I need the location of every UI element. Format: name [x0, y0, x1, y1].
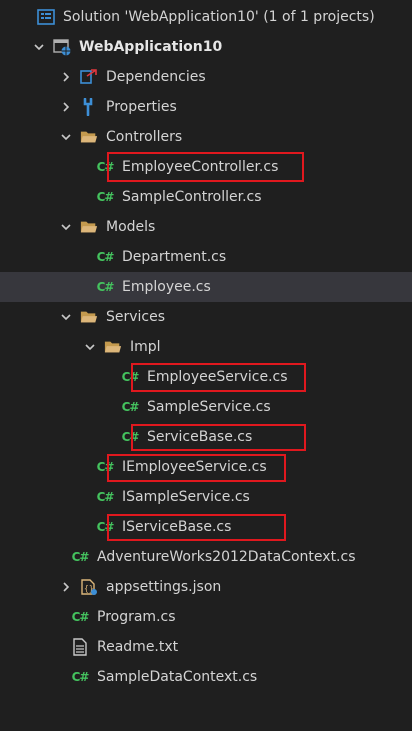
- solution-explorer-tree: Solution 'WebApplication10' (1 of 1 proj…: [0, 0, 412, 731]
- csharp-file-icon: C#: [71, 550, 90, 564]
- sample-data-context-label: SampleDataContext.cs: [97, 669, 258, 685]
- adventureworks-context-label: AdventureWorks2012DataContext.cs: [97, 549, 356, 565]
- tree-item-services[interactable]: Services: [0, 302, 412, 332]
- employee-label: Employee.cs: [122, 279, 211, 295]
- solution-icon: [37, 8, 55, 26]
- tree-item-service-base[interactable]: C# ServiceBase.cs: [0, 422, 412, 452]
- csharp-file-icon: C#: [71, 610, 90, 624]
- iemployee-service-label: IEmployeeService.cs: [122, 459, 267, 475]
- tree-item-solution[interactable]: Solution 'WebApplication10' (1 of 1 proj…: [0, 2, 412, 32]
- csharp-file-icon: C#: [96, 280, 115, 294]
- tree-item-iservice-base[interactable]: C# IServiceBase.cs: [0, 512, 412, 542]
- sample-service-label: SampleService.cs: [147, 399, 271, 415]
- impl-label: Impl: [130, 339, 161, 355]
- chevron-right-icon[interactable]: [58, 99, 74, 115]
- tree-item-isample-service[interactable]: C# ISampleService.cs: [0, 482, 412, 512]
- tree-item-sample-controller[interactable]: C# SampleController.cs: [0, 182, 412, 212]
- csharp-file-icon: C#: [121, 370, 140, 384]
- tree-item-impl[interactable]: Impl: [0, 332, 412, 362]
- department-label: Department.cs: [122, 249, 227, 265]
- readme-label: Readme.txt: [97, 639, 179, 655]
- csharp-file-icon: C#: [96, 490, 115, 504]
- text-file-icon: [71, 638, 89, 656]
- project-label: WebApplication10: [79, 39, 223, 55]
- solution-label: Solution 'WebApplication10' (1 of 1 proj…: [63, 9, 375, 25]
- properties-label: Properties: [106, 99, 177, 115]
- employee-controller-label: EmployeeController.cs: [122, 159, 279, 175]
- csharp-file-icon: C#: [96, 160, 115, 174]
- folder-open-icon: [80, 128, 98, 146]
- chevron-down-icon[interactable]: [58, 129, 74, 145]
- isample-service-label: ISampleService.cs: [122, 489, 250, 505]
- csharp-file-icon: C#: [96, 520, 115, 534]
- tree-item-properties[interactable]: Properties: [0, 92, 412, 122]
- tree-item-appsettings[interactable]: {} appsettings.json: [0, 572, 412, 602]
- web-project-icon: [53, 38, 71, 56]
- folder-open-icon: [80, 308, 98, 326]
- tree-item-sample-service[interactable]: C# SampleService.cs: [0, 392, 412, 422]
- iservice-base-label: IServiceBase.cs: [122, 519, 232, 535]
- tree-item-adventureworks-context[interactable]: C# AdventureWorks2012DataContext.cs: [0, 542, 412, 572]
- tree-item-employee[interactable]: C# Employee.cs: [0, 272, 412, 302]
- csharp-file-icon: C#: [121, 430, 140, 444]
- csharp-file-icon: C#: [96, 460, 115, 474]
- folder-open-icon: [80, 218, 98, 236]
- chevron-right-icon[interactable]: [58, 579, 74, 595]
- dependencies-icon: [80, 68, 98, 86]
- dependencies-label: Dependencies: [106, 69, 206, 85]
- program-label: Program.cs: [97, 609, 176, 625]
- service-base-label: ServiceBase.cs: [147, 429, 253, 445]
- folder-open-icon: [104, 338, 122, 356]
- wrench-icon: [80, 98, 98, 116]
- sample-controller-label: SampleController.cs: [122, 189, 262, 205]
- employee-service-label: EmployeeService.cs: [147, 369, 288, 385]
- chevron-down-icon[interactable]: [82, 339, 98, 355]
- tree-item-department[interactable]: C# Department.cs: [0, 242, 412, 272]
- chevron-right-icon[interactable]: [58, 69, 74, 85]
- tree-item-dependencies[interactable]: Dependencies: [0, 62, 412, 92]
- csharp-file-icon: C#: [96, 250, 115, 264]
- tree-item-employee-controller[interactable]: C# EmployeeController.cs: [0, 152, 412, 182]
- csharp-file-icon: C#: [96, 190, 115, 204]
- models-label: Models: [106, 219, 156, 235]
- controllers-label: Controllers: [106, 129, 183, 145]
- chevron-down-icon[interactable]: [58, 219, 74, 235]
- tree-item-readme[interactable]: Readme.txt: [0, 632, 412, 662]
- tree-item-models[interactable]: Models: [0, 212, 412, 242]
- tree-item-program[interactable]: C# Program.cs: [0, 602, 412, 632]
- tree-item-project[interactable]: WebApplication10: [0, 32, 412, 62]
- tree-item-iemployee-service[interactable]: C# IEmployeeService.cs: [0, 452, 412, 482]
- csharp-file-icon: C#: [71, 670, 90, 684]
- csharp-file-icon: C#: [121, 400, 140, 414]
- appsettings-label: appsettings.json: [106, 579, 222, 595]
- tree-item-controllers[interactable]: Controllers: [0, 122, 412, 152]
- tree-item-sample-data-context[interactable]: C# SampleDataContext.cs: [0, 662, 412, 692]
- json-settings-icon: {}: [80, 578, 98, 596]
- chevron-down-icon[interactable]: [31, 39, 47, 55]
- services-label: Services: [106, 309, 166, 325]
- chevron-down-icon[interactable]: [58, 309, 74, 325]
- tree-item-employee-service[interactable]: C# EmployeeService.cs: [0, 362, 412, 392]
